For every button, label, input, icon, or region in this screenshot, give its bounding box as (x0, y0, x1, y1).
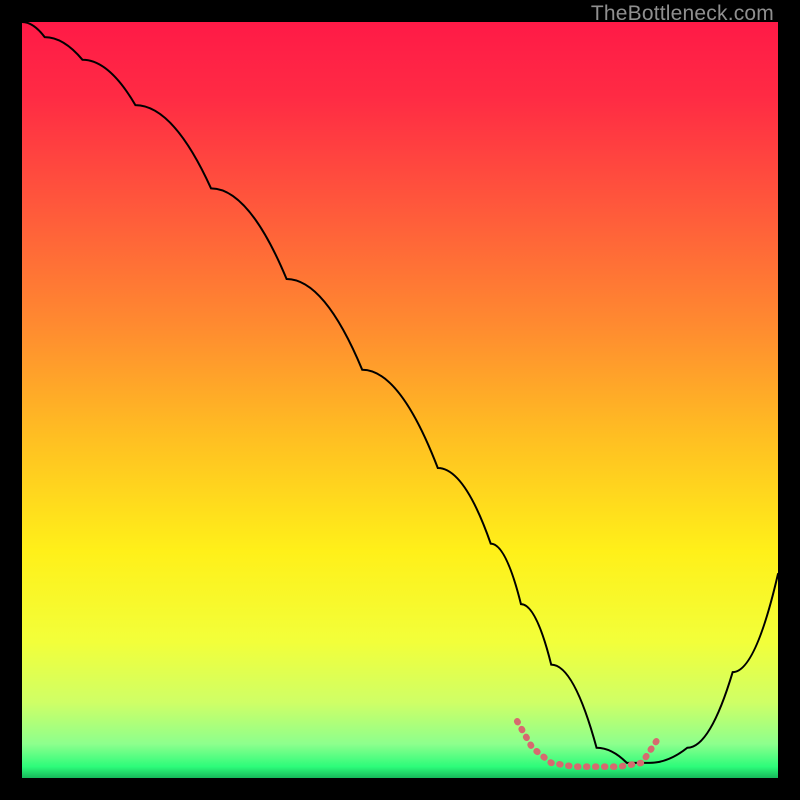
chart-frame (22, 22, 778, 778)
chart-background (22, 22, 778, 778)
bottleneck-chart (22, 22, 778, 778)
